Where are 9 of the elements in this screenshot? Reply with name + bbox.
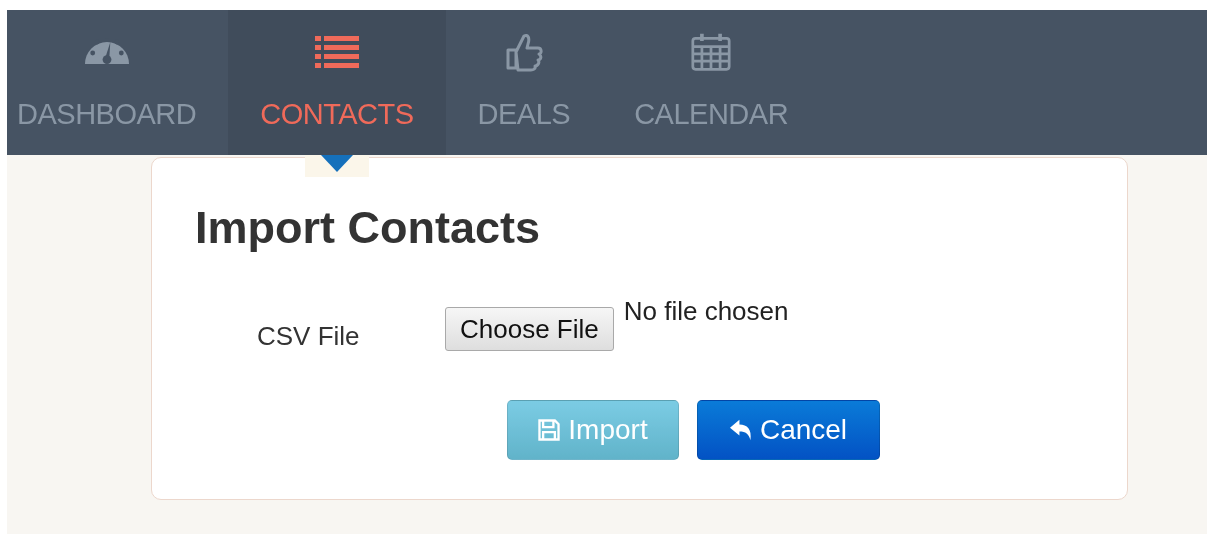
- choose-file-button[interactable]: Choose File: [445, 307, 614, 351]
- nav-tab[interactable]: CALENDAR: [602, 10, 821, 155]
- file-status: No file chosen: [623, 296, 789, 327]
- cancel-button[interactable]: Cancel: [697, 400, 880, 460]
- page-title: Import Contacts: [195, 202, 541, 254]
- reply-arrow-icon: [729, 419, 752, 441]
- field-label: CSV File: [256, 320, 361, 352]
- nav-tab[interactable]: DEALS: [445, 10, 603, 155]
- nav-tab[interactable]: DASHBOARD: [7, 10, 229, 155]
